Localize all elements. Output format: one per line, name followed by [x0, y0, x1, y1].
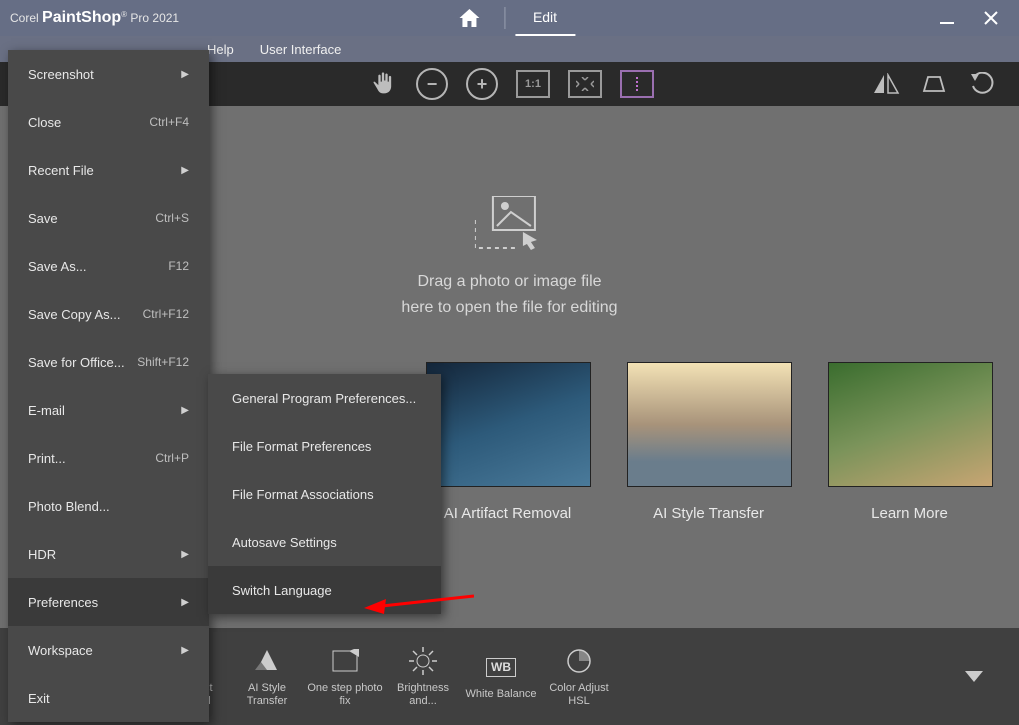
file-menu-item-workspace[interactable]: Workspace▶	[8, 626, 209, 674]
wb-badge: WB	[486, 658, 516, 677]
zoom-in-button[interactable]: +	[466, 68, 498, 100]
chevron-right-icon: ▶	[181, 597, 189, 608]
edit-tab[interactable]: Edit	[515, 0, 575, 36]
close-icon[interactable]	[983, 10, 999, 26]
menu-help[interactable]: Help	[207, 42, 234, 57]
onestep-icon	[331, 649, 359, 673]
actual-size-button[interactable]: 1:1	[516, 70, 550, 98]
tile-row: AI Artifact Removal AI Style Transfer Le…	[426, 362, 991, 522]
zoom-out-button[interactable]: −	[416, 68, 448, 100]
brightness-icon	[409, 647, 437, 675]
file-menu-item-close[interactable]: CloseCtrl+F4	[8, 98, 209, 146]
drop-target[interactable]: Drag a photo or image file here to open …	[401, 196, 617, 321]
chevron-down-icon	[965, 671, 983, 683]
file-menu-item-print-[interactable]: Print...Ctrl+P	[8, 434, 209, 482]
file-menu-item-save[interactable]: SaveCtrl+S	[8, 194, 209, 242]
style-icon	[253, 648, 281, 674]
hsl-icon	[565, 647, 593, 675]
drop-text-2: here to open the file for editing	[401, 295, 617, 321]
menu-user-interface[interactable]: User Interface	[260, 42, 342, 57]
tile-label: AI Style Transfer	[627, 505, 790, 522]
title-bar: Corel PaintShop® Pro 2021 Edit	[0, 0, 1019, 36]
tile-ai-style[interactable]: AI Style Transfer	[627, 362, 790, 522]
tab-separator	[504, 7, 505, 29]
file-menu-item-save-as-[interactable]: Save As...F12	[8, 242, 209, 290]
chevron-right-icon: ▶	[181, 549, 189, 560]
app-brand: Corel PaintShop® Pro 2021	[0, 9, 179, 27]
pan-tool-icon[interactable]	[368, 69, 398, 99]
file-menu: Screenshot▶CloseCtrl+F4Recent File▶SaveC…	[8, 50, 209, 722]
chevron-right-icon: ▶	[181, 645, 189, 656]
file-menu-item-recent-file[interactable]: Recent File▶	[8, 146, 209, 194]
tool-one-step[interactable]: One step photo fix	[306, 646, 384, 708]
tool-ai-style[interactable]: AI Style Transfer	[228, 646, 306, 708]
chevron-right-icon: ▶	[181, 165, 189, 176]
file-menu-item-save-copy-as-[interactable]: Save Copy As...Ctrl+F12	[8, 290, 209, 338]
file-menu-item-preferences[interactable]: Preferences▶	[8, 578, 209, 626]
bottom-more-button[interactable]	[965, 671, 983, 683]
home-icon	[459, 9, 479, 27]
fit-screen-button[interactable]	[568, 70, 602, 98]
preferences-submenu: General Program Preferences...File Forma…	[208, 374, 441, 614]
file-menu-item-photo-blend-[interactable]: Photo Blend...	[8, 482, 209, 530]
chevron-right-icon: ▶	[181, 69, 189, 80]
perspective-icon[interactable]	[919, 69, 949, 99]
tile-thumb	[828, 362, 993, 487]
tile-label: AI Artifact Removal	[426, 505, 589, 522]
minimize-icon[interactable]	[939, 10, 955, 26]
drop-image-icon	[475, 196, 545, 251]
tile-label: Learn More	[828, 505, 991, 522]
tile-thumb	[627, 362, 792, 487]
home-tab[interactable]	[444, 0, 494, 36]
file-menu-item-exit[interactable]: Exit	[8, 674, 209, 722]
flip-horizontal-icon[interactable]	[871, 69, 901, 99]
drop-text-1: Drag a photo or image file	[401, 269, 617, 295]
file-menu-item-screenshot[interactable]: Screenshot▶	[8, 50, 209, 98]
tile-learn-more[interactable]: Learn More	[828, 362, 991, 522]
file-menu-item-e-mail[interactable]: E-mail▶	[8, 386, 209, 434]
pref-submenu-item-switch-language[interactable]: Switch Language	[208, 566, 441, 614]
pref-submenu-item-file-format-preferences[interactable]: File Format Preferences	[208, 422, 441, 470]
rotate-icon[interactable]	[967, 69, 997, 99]
tile-ai-artifact[interactable]: AI Artifact Removal	[426, 362, 589, 522]
pref-submenu-item-file-format-associations[interactable]: File Format Associations	[208, 470, 441, 518]
chevron-right-icon: ▶	[181, 405, 189, 416]
pref-submenu-item-general-program-preferences-[interactable]: General Program Preferences...	[208, 374, 441, 422]
file-menu-item-save-for-office-[interactable]: Save for Office...Shift+F12	[8, 338, 209, 386]
tool-brightness[interactable]: Brightness and...	[384, 646, 462, 708]
file-menu-item-hdr[interactable]: HDR▶	[8, 530, 209, 578]
tile-thumb	[426, 362, 591, 487]
tool-white-balance[interactable]: WB White Balance	[462, 652, 540, 701]
pref-submenu-item-autosave-settings[interactable]: Autosave Settings	[208, 518, 441, 566]
tool-adjust-hsl[interactable]: Color Adjust HSL	[540, 646, 618, 708]
split-view-button[interactable]	[620, 70, 654, 98]
